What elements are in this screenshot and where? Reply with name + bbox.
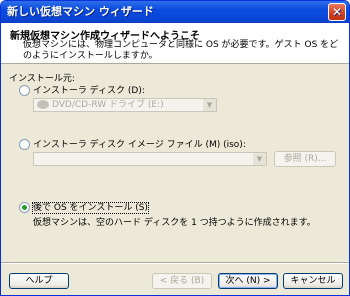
installer-disc-option[interactable]: インストーラ ディスク (D): [19, 85, 145, 97]
install-later-option[interactable]: 後で OS をインストール (S) [19, 202, 149, 214]
installer-image-option[interactable]: インストーラ ディスク イメージ ファイル (M) (iso): [19, 139, 246, 151]
installer-disc-label: インストーラ ディスク (D): [33, 86, 145, 96]
install-later-radio[interactable] [19, 202, 30, 213]
installer-image-radio[interactable] [19, 139, 30, 150]
drive-select-value: DVD/CD-RW ドライブ (E:) [52, 100, 164, 110]
cancel-button[interactable]: キャンセル [283, 273, 343, 289]
drive-select[interactable]: DVD/CD-RW ドライブ (E:) ▼ [33, 98, 217, 112]
install-later-note: 仮想マシンは、空のハード ディスクを 1 つ持つように作成されます。 [33, 218, 316, 228]
browse-button[interactable]: 参照 (R)... [274, 151, 336, 167]
chevron-down-icon: ▼ [203, 99, 216, 111]
window-title: 新しい仮想マシン ウィザード [7, 5, 154, 18]
wizard-window: 新しい仮想マシン ウィザード ✕ 新規仮想マシン作成ウィザードへようこそ 仮想マ… [0, 0, 350, 296]
installer-disc-radio[interactable] [19, 85, 30, 96]
close-button[interactable]: ✕ [328, 3, 346, 21]
dvd-drive-icon [37, 100, 49, 109]
image-path-select[interactable]: ▼ [33, 152, 267, 166]
title-bar[interactable]: 新しい仮想マシン ウィザード ✕ [1, 1, 349, 23]
next-button[interactable]: 次へ (N) > [218, 273, 278, 289]
install-source-label: インストール元: [9, 74, 75, 84]
back-button[interactable]: < 戻る (B) [152, 273, 212, 289]
wizard-header: 新規仮想マシン作成ウィザードへようこそ 仮想マシンには、物理コンピュータと同様に… [1, 23, 349, 64]
help-button[interactable]: ヘルプ [9, 273, 69, 289]
chevron-down-icon: ▼ [253, 153, 266, 165]
page-description: 仮想マシンには、物理コンピュータと同様に OS が必要です。ゲスト OS をどの… [23, 40, 339, 61]
install-later-label: 後で OS をインストール (S) [32, 202, 149, 214]
close-icon: ✕ [331, 5, 343, 19]
installer-image-label: インストーラ ディスク イメージ ファイル (M) (iso): [33, 140, 246, 150]
footer-divider [1, 262, 349, 264]
